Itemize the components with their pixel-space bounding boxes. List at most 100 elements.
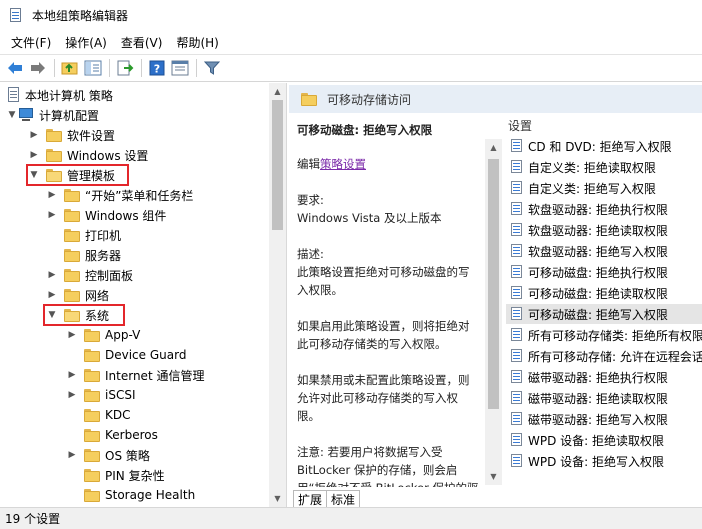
highlight-box bbox=[26, 164, 129, 186]
folder-icon bbox=[301, 92, 317, 106]
tree-item[interactable]: Device Guard bbox=[66, 345, 186, 365]
chevron-right-icon[interactable]: ▶ bbox=[46, 209, 58, 221]
tree-item[interactable]: ▶ App-V bbox=[66, 325, 141, 345]
tree-label: PIN 复杂性 bbox=[105, 468, 165, 483]
tree-label: Windows 设置 bbox=[67, 148, 149, 163]
chevron-right-icon[interactable]: ▶ bbox=[66, 369, 78, 381]
tree-item[interactable]: ▶ 网络 bbox=[46, 285, 109, 305]
setting-row[interactable]: 软盘驱动器: 拒绝执行权限 bbox=[506, 199, 702, 219]
chevron-down-icon[interactable]: ▼ bbox=[6, 109, 18, 121]
window-title: 本地组策略编辑器 bbox=[32, 8, 129, 23]
tree-item[interactable]: PIN 复杂性 bbox=[66, 465, 165, 485]
status-bar: 19 个设置 bbox=[0, 507, 702, 529]
chevron-right-icon[interactable]: ▶ bbox=[66, 449, 78, 461]
back-arrow-icon[interactable] bbox=[4, 57, 26, 79]
policy-setting-icon bbox=[510, 412, 524, 426]
chevron-right-icon[interactable]: ▶ bbox=[46, 289, 58, 301]
setting-row[interactable]: 磁带驱动器: 拒绝写入权限 bbox=[506, 409, 702, 429]
policy-setting-icon bbox=[510, 349, 524, 363]
setting-label: 所有可移动存储: 允许在远程会话中直接访问 bbox=[528, 349, 702, 364]
setting-row[interactable]: 磁带驱动器: 拒绝读取权限 bbox=[506, 388, 702, 408]
tree-item[interactable]: ▶ “开始”菜单和任务栏 bbox=[46, 185, 193, 205]
chevron-right-icon[interactable]: ▶ bbox=[46, 189, 58, 201]
tree-item[interactable]: ▶ OS 策略 bbox=[66, 445, 150, 465]
toolbar: ? bbox=[0, 54, 702, 82]
status-text: 19 个设置 bbox=[5, 512, 61, 526]
tab-standard[interactable]: 标准 bbox=[326, 490, 361, 507]
setting-row[interactable]: 自定义类: 拒绝写入权限 bbox=[506, 178, 702, 198]
chevron-right-icon[interactable]: ▶ bbox=[66, 329, 78, 341]
tree-label: 打印机 bbox=[85, 228, 122, 243]
chevron-right-icon[interactable]: ▶ bbox=[28, 129, 40, 141]
tree-root[interactable]: 本地计算机 策略 bbox=[6, 85, 113, 105]
tree-scrollbar[interactable]: ▲ ▼ bbox=[269, 83, 286, 507]
tree-label: Device Guard bbox=[105, 348, 187, 362]
setting-row[interactable]: 所有可移动存储: 允许在远程会话中直接访问 bbox=[506, 346, 702, 366]
show-hide-tree-icon[interactable] bbox=[82, 57, 104, 79]
tree-item[interactable]: ▶ 软件设置 bbox=[28, 125, 115, 145]
tree-label: App-V bbox=[105, 328, 141, 342]
tree-computer-config[interactable]: ▼ 计算机配置 bbox=[6, 105, 99, 125]
scrollbar-thumb[interactable] bbox=[488, 159, 499, 409]
properties-icon[interactable] bbox=[169, 57, 191, 79]
setting-row[interactable]: WPD 设备: 拒绝写入权限 bbox=[506, 451, 702, 471]
menu-action[interactable]: 操作(A) bbox=[58, 32, 114, 53]
tab-extended[interactable]: 扩展 bbox=[293, 490, 328, 507]
setting-row[interactable]: 可移动磁盘: 拒绝读取权限 bbox=[506, 283, 702, 303]
tree-item[interactable]: ▶ iSCSI bbox=[66, 385, 136, 405]
tree-label: 软件设置 bbox=[67, 128, 116, 143]
tree-item[interactable]: ▶ Windows 设置 bbox=[28, 145, 148, 165]
tree-item[interactable]: ▶ Internet 通信管理 bbox=[66, 365, 204, 385]
folder-icon bbox=[84, 448, 100, 462]
setting-row[interactable]: 所有可移动存储类: 拒绝所有权限 bbox=[506, 325, 702, 345]
tree-item[interactable]: ▶ Windows 组件 bbox=[46, 205, 166, 225]
tree-item[interactable]: 服务器 bbox=[46, 245, 121, 265]
setting-row[interactable]: 磁带驱动器: 拒绝执行权限 bbox=[506, 367, 702, 387]
description-scrollbar[interactable]: ▲ ▼ bbox=[485, 139, 502, 485]
setting-row[interactable]: 可移动磁盘: 拒绝执行权限 bbox=[506, 262, 702, 282]
folder-icon bbox=[84, 348, 100, 362]
setting-label: 可移动磁盘: 拒绝执行权限 bbox=[528, 265, 668, 280]
setting-label: 所有可移动存储类: 拒绝所有权限 bbox=[528, 328, 702, 343]
tree-item[interactable]: Storage Health bbox=[66, 485, 195, 505]
menu-file[interactable]: 文件(F) bbox=[4, 32, 58, 53]
setting-row[interactable]: 自定义类: 拒绝读取权限 bbox=[506, 157, 702, 177]
setting-label: 自定义类: 拒绝读取权限 bbox=[528, 160, 656, 175]
setting-row[interactable]: CD 和 DVD: 拒绝写入权限 bbox=[506, 136, 702, 156]
setting-label: WPD 设备: 拒绝写入权限 bbox=[528, 454, 665, 469]
description: 描述: 此策略设置拒绝对可移动磁盘的写入权限。 bbox=[297, 245, 479, 299]
menu-help[interactable]: 帮助(H) bbox=[169, 32, 225, 53]
scrollbar-thumb[interactable] bbox=[272, 100, 283, 230]
tree-item[interactable]: Kerberos bbox=[66, 425, 158, 445]
scroll-up-icon[interactable]: ▲ bbox=[485, 139, 502, 156]
setting-row-selected[interactable]: 可移动磁盘: 拒绝写入权限 bbox=[506, 304, 702, 324]
group-policy-icon bbox=[8, 7, 24, 23]
filter-icon[interactable] bbox=[201, 57, 223, 79]
edit-policy-link[interactable]: 策略设置 bbox=[320, 157, 366, 171]
note-text: 注意: 若要用户将数据写入受 BitLocker 保护的存储，则会启用“拒绝对不… bbox=[297, 445, 478, 487]
tree-item[interactable]: ▶ 控制面板 bbox=[46, 265, 133, 285]
scroll-down-icon[interactable]: ▼ bbox=[269, 490, 286, 507]
tree-item[interactable]: KDC bbox=[66, 405, 131, 425]
scroll-down-icon[interactable]: ▼ bbox=[485, 468, 502, 485]
tree-label: iSCSI bbox=[105, 388, 136, 402]
forward-arrow-icon[interactable] bbox=[27, 57, 49, 79]
policy-setting-icon bbox=[510, 265, 524, 279]
setting-row[interactable]: 软盘驱动器: 拒绝读取权限 bbox=[506, 220, 702, 240]
chevron-right-icon[interactable]: ▶ bbox=[46, 269, 58, 281]
tree-label: Windows 组件 bbox=[85, 208, 167, 223]
menu-view[interactable]: 查看(V) bbox=[114, 32, 170, 53]
scroll-up-icon[interactable]: ▲ bbox=[269, 83, 286, 100]
settings-column-header[interactable]: 设置 bbox=[508, 117, 532, 134]
title-bar: 本地组策略编辑器 bbox=[0, 0, 702, 30]
tree-item[interactable]: 打印机 bbox=[46, 225, 121, 245]
chevron-right-icon[interactable]: ▶ bbox=[66, 389, 78, 401]
up-folder-icon[interactable] bbox=[59, 57, 81, 79]
help-icon[interactable]: ? bbox=[146, 57, 168, 79]
setting-row[interactable]: 软盘驱动器: 拒绝写入权限 bbox=[506, 241, 702, 261]
policy-setting-icon bbox=[510, 328, 524, 342]
setting-row[interactable]: WPD 设备: 拒绝读取权限 bbox=[506, 430, 702, 450]
folder-icon bbox=[84, 488, 100, 502]
chevron-right-icon[interactable]: ▶ bbox=[28, 149, 40, 161]
export-list-icon[interactable] bbox=[114, 57, 136, 79]
